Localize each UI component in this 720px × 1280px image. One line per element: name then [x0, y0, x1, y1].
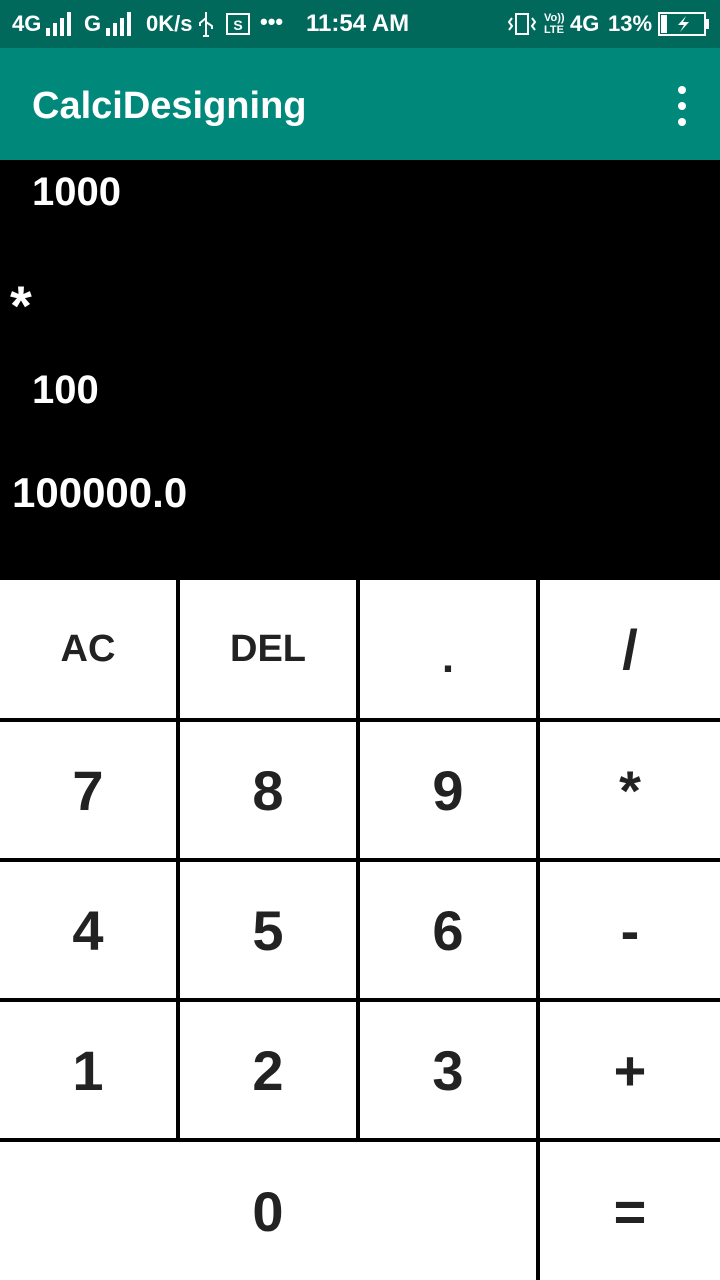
- result-display: 100000.0: [12, 469, 188, 516]
- key-delete[interactable]: DEL: [180, 580, 356, 718]
- keypad: AC DEL . / 7 8 9 * 4 5 6 - 1 2 3 + 0 =: [0, 580, 720, 1280]
- operator-display: *: [10, 274, 32, 337]
- key-ac[interactable]: AC: [0, 580, 176, 718]
- app-bar: CalciDesigning: [0, 48, 720, 160]
- network-type-2: G: [84, 11, 102, 36]
- screenshot-icon: S: [226, 13, 250, 35]
- svg-text:S: S: [233, 17, 242, 33]
- key-add[interactable]: +: [540, 1002, 720, 1138]
- key-decimal[interactable]: .: [360, 580, 536, 718]
- key-5[interactable]: 5: [180, 862, 356, 998]
- network-speed: 0K/s: [146, 11, 193, 36]
- signal-icon: [46, 12, 71, 36]
- volte-indicator: Vo)) LTE: [544, 12, 565, 36]
- key-2[interactable]: 2: [180, 1002, 356, 1138]
- key-0[interactable]: 0: [0, 1142, 536, 1280]
- more-notifications-icon: •••: [260, 9, 284, 34]
- key-divide[interactable]: /: [540, 580, 720, 718]
- usb-icon: [199, 12, 213, 37]
- vibrate-icon: [507, 13, 537, 35]
- key-1[interactable]: 1: [0, 1002, 176, 1138]
- status-bar: 4G G 0K/s S ••• 11:54 AM Vo)) LTE 4G 13%: [0, 0, 720, 48]
- first-operand: 1000: [32, 170, 121, 214]
- key-3[interactable]: 3: [360, 1002, 536, 1138]
- network-type-1: 4G: [12, 11, 42, 36]
- key-multiply[interactable]: *: [540, 722, 720, 858]
- second-operand: 100: [32, 368, 99, 412]
- key-6[interactable]: 6: [360, 862, 536, 998]
- network-type-3: 4G: [570, 11, 600, 36]
- calculator-display: 1000 * 100 100000.0: [0, 160, 720, 580]
- signal-icon-2: [106, 12, 131, 36]
- app-title: CalciDesigning: [32, 85, 307, 127]
- clock: 11:54 AM: [306, 10, 410, 37]
- key-subtract[interactable]: -: [540, 862, 720, 998]
- battery-percentage: 13%: [608, 11, 653, 36]
- key-4[interactable]: 4: [0, 862, 176, 998]
- battery-charging-icon: [658, 12, 709, 36]
- overflow-menu-icon[interactable]: [670, 86, 694, 126]
- key-8[interactable]: 8: [180, 722, 356, 858]
- key-9[interactable]: 9: [360, 722, 536, 858]
- key-7[interactable]: 7: [0, 722, 176, 858]
- key-equals[interactable]: =: [540, 1142, 720, 1280]
